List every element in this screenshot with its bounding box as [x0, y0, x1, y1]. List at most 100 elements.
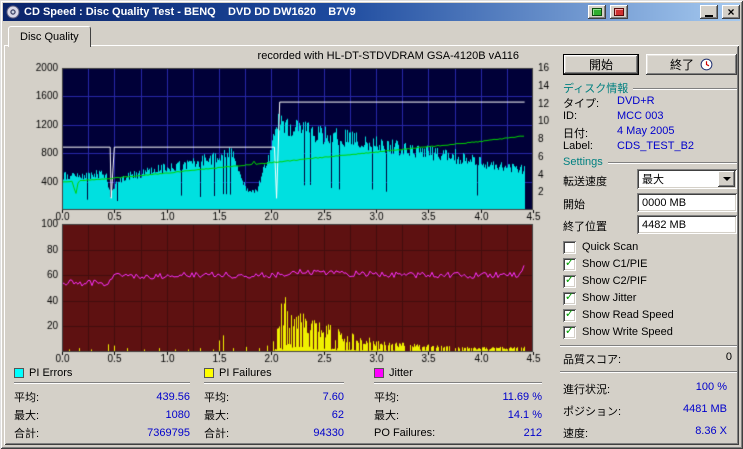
stat-row: 最大: 62	[204, 406, 344, 424]
close-icon: ×	[727, 5, 735, 19]
check-icon: ✓	[564, 325, 575, 337]
green-chart-button[interactable]	[588, 5, 606, 19]
stat-column-jitter: Jitter 平均: 11.69 % 最大: 14.1 % PO Failures:…	[374, 366, 542, 442]
stat-title: PI Errors	[29, 366, 73, 379]
checkbox-label[interactable]: Quick Scan	[582, 241, 638, 253]
show-c1pie-checkbox-row[interactable]: ✓ Show C1/PIE	[563, 257, 647, 271]
disc-info-header: ディスク情報	[563, 80, 737, 96]
titlebar[interactable]: CD Speed : Disc Quality Test - BENQ DVD …	[3, 3, 740, 21]
green-chart-icon	[592, 8, 602, 16]
stat-label: 最大:	[204, 410, 230, 422]
red-chart-icon	[614, 8, 624, 16]
stat-title: PI Failures	[219, 366, 272, 379]
position-label: ポジション:	[563, 406, 622, 418]
show-write-speed-checkbox[interactable]: ✓	[563, 325, 576, 339]
show-read-speed-checkbox[interactable]: ✓	[563, 308, 576, 322]
group-header-label: Settings	[563, 156, 603, 168]
start-position-label: 開始	[563, 199, 585, 211]
stat-value: 212	[523, 427, 542, 439]
stat-label: 平均:	[14, 392, 40, 404]
info-label: ID:	[563, 110, 578, 122]
stat-row: 最大: 1080	[14, 406, 190, 424]
settings-header: Settings	[563, 156, 737, 168]
pi-errors-swatch	[14, 367, 24, 378]
stat-label: 最大:	[374, 410, 400, 422]
stat-row: 平均: 11.69 %	[374, 388, 542, 406]
show-c1pie-checkbox[interactable]: ✓	[563, 257, 576, 271]
disc-type-row: タイプ: DVD+R	[563, 95, 737, 111]
cd-disc-icon	[6, 5, 20, 19]
info-label: Label:	[563, 140, 593, 152]
exit-button-label: 終了	[669, 58, 694, 72]
stat-value: 94330	[313, 427, 344, 439]
check-icon: ✓	[564, 291, 575, 303]
window-title: CD Speed : Disc Quality Test - BENQ DVD …	[24, 6, 356, 18]
stat-value: 1080	[165, 409, 190, 421]
speed-label: 速度:	[563, 428, 589, 440]
info-value: 4 May 2005	[617, 125, 675, 137]
quality-score-label: 品質スコア:	[563, 354, 622, 366]
stat-value: 11.69 %	[502, 391, 542, 403]
quick-scan-checkbox-row[interactable]: ✓ Quick Scan	[563, 240, 638, 254]
minimize-button[interactable]	[700, 5, 718, 19]
stat-label: 合計:	[14, 428, 40, 440]
divider	[374, 382, 542, 384]
check-icon: ✓	[564, 274, 575, 286]
start-button[interactable]: 開始	[563, 54, 639, 75]
quality-chart-canvas	[0, 60, 556, 368]
group-header-label: ディスク情報	[563, 83, 629, 95]
transfer-speed-label: 転送速度	[563, 176, 607, 188]
checkbox-label[interactable]: Show Read Speed	[582, 309, 674, 321]
divider	[607, 162, 737, 164]
stat-label: 合計:	[204, 428, 230, 440]
end-position-input[interactable]	[637, 215, 737, 234]
checkbox-label[interactable]: Show C2/PIF	[582, 275, 647, 287]
exit-button[interactable]: 終了	[646, 54, 737, 75]
progress-value: 100 %	[695, 381, 727, 393]
transfer-speed-select[interactable]: 最大	[637, 169, 737, 189]
stat-value: 62	[331, 409, 344, 421]
tab-label: Disc Quality	[20, 31, 79, 43]
transfer-speed-value: 最大	[642, 174, 664, 186]
stat-row: 平均: 439.56	[14, 388, 190, 406]
app-window: CD Speed : Disc Quality Test - BENQ DVD …	[0, 0, 743, 449]
checkbox-label[interactable]: Show C1/PIE	[582, 258, 647, 270]
stat-value: 7369795	[147, 427, 190, 439]
info-value: MCC 003	[617, 110, 664, 122]
divider	[633, 88, 737, 90]
stat-title: Jitter	[389, 366, 413, 379]
stat-value: 439.56	[156, 391, 190, 403]
quick-scan-checkbox[interactable]: ✓	[563, 240, 576, 254]
start-position-input[interactable]	[637, 193, 737, 212]
position-value: 4481 MB	[682, 403, 727, 415]
show-read-speed-checkbox-row[interactable]: ✓ Show Read Speed	[563, 308, 674, 322]
speed-value: 8.36 X	[695, 425, 727, 437]
show-jitter-checkbox-row[interactable]: ✓ Show Jitter	[563, 291, 636, 305]
progress-label: 進行状況:	[563, 384, 611, 396]
disc-label-row: Label: CDS_TEST_B2	[563, 140, 737, 152]
red-chart-button[interactable]	[610, 5, 628, 19]
info-label: 日付:	[563, 128, 589, 140]
stat-row: 合計: 7369795	[14, 424, 190, 442]
tab-disc-quality[interactable]: Disc Quality	[8, 26, 91, 47]
close-button[interactable]: ×	[722, 5, 740, 19]
show-write-speed-checkbox-row[interactable]: ✓ Show Write Speed	[563, 325, 673, 339]
show-jitter-checkbox[interactable]: ✓	[563, 291, 576, 305]
stat-row: PO Failures: 212	[374, 424, 542, 442]
stat-value: 14.1 %	[507, 409, 542, 421]
divider	[204, 382, 344, 384]
show-c2pif-checkbox-row[interactable]: ✓ Show C2/PIF	[563, 274, 647, 288]
stat-label: 平均:	[204, 392, 230, 404]
jitter-swatch	[374, 367, 384, 378]
divider	[560, 345, 737, 347]
check-icon: ✓	[564, 257, 575, 269]
position-row: ポジション: 4481 MB	[563, 403, 727, 419]
dropdown-button[interactable]	[718, 171, 735, 187]
stat-label: 平均:	[374, 392, 400, 404]
checkbox-label[interactable]: Show Jitter	[582, 292, 636, 304]
show-c2pif-checkbox[interactable]: ✓	[563, 274, 576, 288]
progress-row: 進行状況: 100 %	[563, 381, 727, 397]
divider	[560, 371, 737, 373]
checkbox-label[interactable]: Show Write Speed	[582, 326, 673, 338]
chevron-down-icon	[722, 177, 731, 181]
